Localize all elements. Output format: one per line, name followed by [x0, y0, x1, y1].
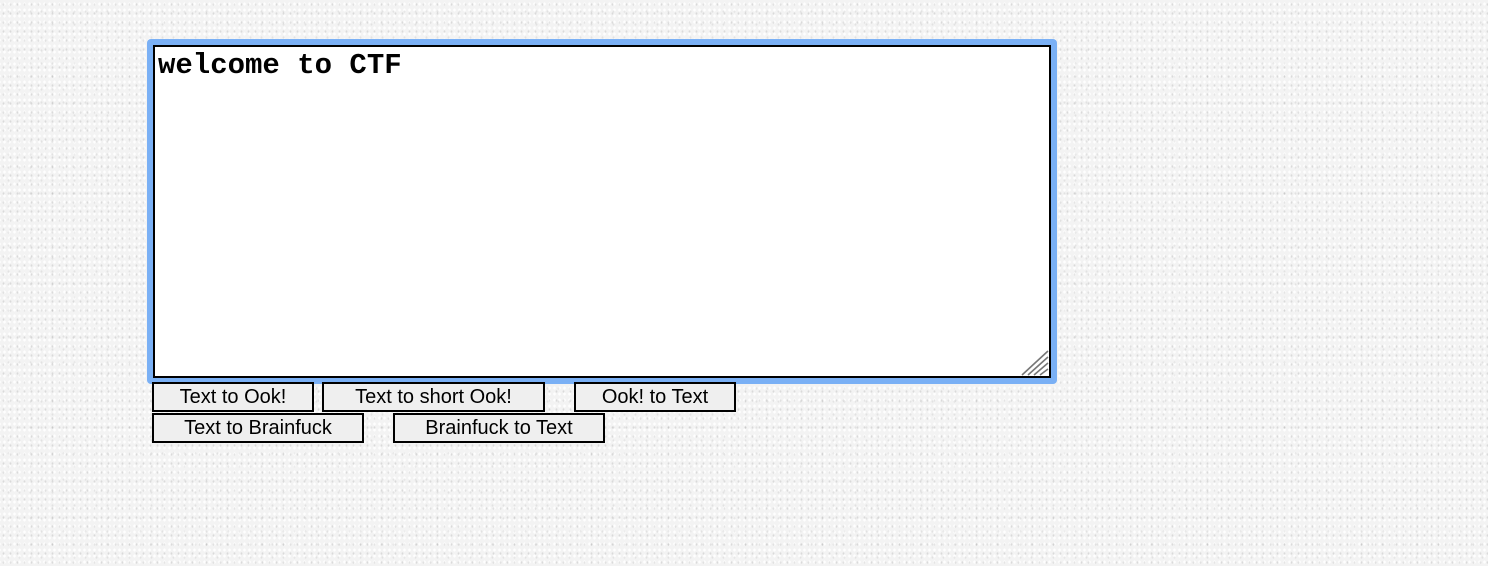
text-editor-container: welcome to CTF: [147, 39, 1057, 384]
ook-to-text-button[interactable]: Ook! to Text: [574, 382, 736, 412]
text-to-ook-button[interactable]: Text to Ook!: [152, 382, 314, 412]
text-to-brainfuck-button[interactable]: Text to Brainfuck: [152, 413, 364, 443]
text-editor[interactable]: welcome to CTF: [153, 45, 1051, 378]
resize-grip-icon[interactable]: [1021, 350, 1049, 376]
text-to-short-ook-button[interactable]: Text to short Ook!: [322, 382, 545, 412]
brainfuck-to-text-button[interactable]: Brainfuck to Text: [393, 413, 605, 443]
